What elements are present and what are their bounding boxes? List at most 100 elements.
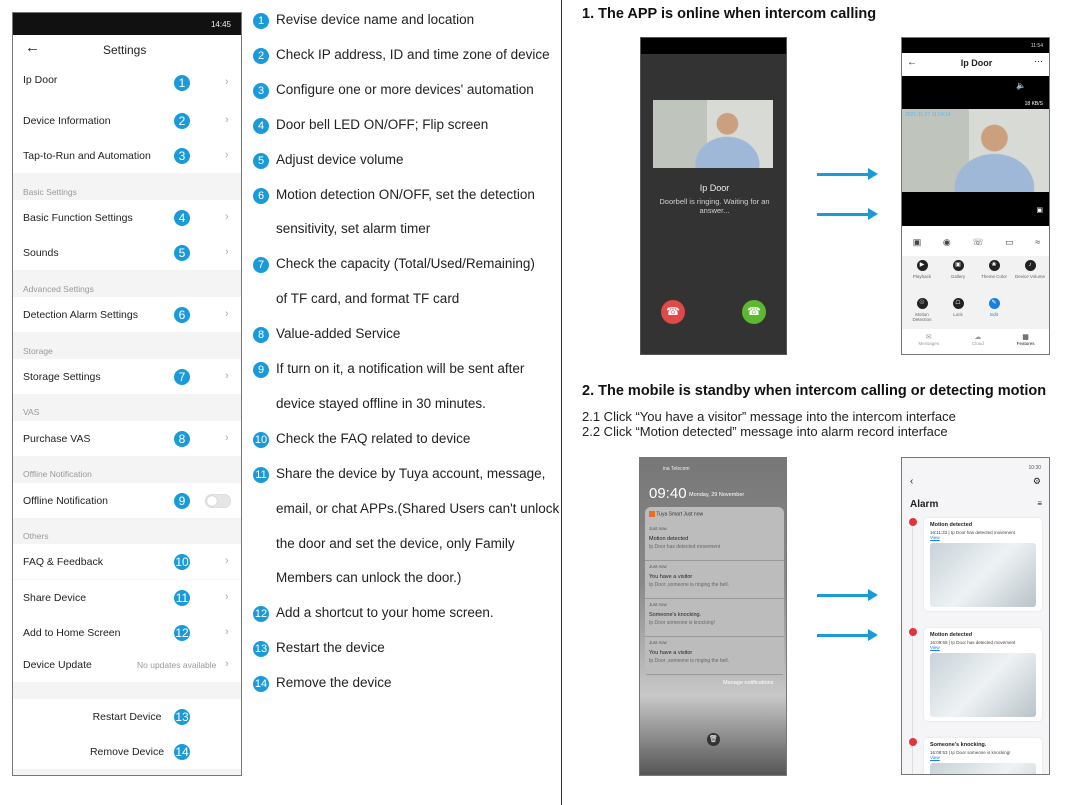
tab-cloud[interactable]: ☁ Cloud [972,329,984,354]
feature-motion-detection[interactable]: ☉ Motion Detection [906,298,938,322]
row-label: Device Information [23,114,111,127]
feature-label: Theme Color [980,274,1007,279]
record-icon[interactable]: ▭ [1005,237,1014,248]
event-snapshot[interactable] [930,543,1036,607]
settings-row[interactable]: Share Device 11 › [13,580,241,615]
feature-label: Device Volume [1014,274,1045,279]
section-header: Others [23,531,49,541]
device-volume-icon: ♪ [1024,260,1036,271]
notification-item[interactable]: Just now Motion detected Ip Door has detec… [645,523,784,561]
expand-icon[interactable]: ≈ [1035,237,1040,247]
step-number-badge: 9 [253,362,269,378]
chevron-right-icon: › [225,554,229,567]
chevron-right-icon: › [225,245,229,258]
row-value: No updates available [137,659,217,670]
filter-icon[interactable]: ≡ [1037,499,1042,508]
camera-icon[interactable]: ◉ [943,237,951,248]
notification-item[interactable]: Just now You have a visitor Ip Door ,someo… [645,637,784,675]
view-link[interactable]: View [930,645,1036,650]
back-arrow-icon[interactable]: ← [25,39,40,56]
feature-device-volume[interactable]: ♪ Device Volume [1014,260,1046,279]
event-title: Motion detected [930,522,973,528]
settings-row[interactable]: FAQ & Feedback 10 › [13,544,241,579]
lock-date: Monday, 29 November [689,492,745,498]
notification-item[interactable]: Just now You have a visitor Ip Door ,someo… [645,561,784,599]
clear-all-trash-icon[interactable]: 🗑 [707,733,720,746]
arrow-icon [817,168,878,180]
event-snapshot[interactable] [930,653,1036,717]
step-number-badge: 5 [253,152,269,169]
feature-playback[interactable]: ▶ Playback [906,260,938,279]
step-number-badge: 7 [253,257,269,274]
step-number-badge: 7 [174,368,190,385]
step-number-badge: 9 [174,492,190,509]
step-number-badge: 14 [174,743,190,760]
description-text: sensitivity, set alarm timer [276,221,431,237]
chevron-right-icon: › [225,307,229,320]
more-icon[interactable]: ⋯ [1034,56,1043,67]
step-number-badge: 12 [253,606,269,623]
settings-row[interactable]: Add to Home Screen 12 › [13,615,241,650]
notification-title: Someone's knocking. [649,612,702,618]
accept-call-button[interactable]: ☎ [742,300,766,324]
settings-row[interactable]: Storage Settings 7 › [13,359,241,394]
speaker-icon[interactable]: 🔈 [1016,81,1026,90]
settings-row[interactable]: Detection Alarm Settings 6 › [13,297,241,332]
settings-row[interactable]: Tap-to-Run and Automation 3 › [13,138,241,173]
alarm-event-card[interactable]: Motion detected 16:11:33 | Ip Door has de… [924,518,1042,611]
feature-edit[interactable]: ✎ Edit [978,298,1010,317]
step-number-badge: 3 [174,147,190,164]
row-label: Restart Device [92,710,162,723]
settings-row[interactable]: Device Information 2 › [13,103,241,138]
notification-time: Just now [649,640,667,645]
alarm-event-card[interactable]: Motion detected 16:09:55 | Ip Door has de… [924,628,1042,721]
arrow-icon [817,589,878,601]
feature-lock[interactable]: ☖ Lock [942,298,974,317]
status-time: 14:45 [210,20,231,29]
header: ← Settings [13,35,241,63]
settings-row[interactable]: Purchase VAS 8 › [13,421,241,456]
settings-row[interactable]: Device Update No updates available › [13,647,241,682]
notification-item[interactable]: Just now Someone's knocking. Ip Door someo… [645,599,784,637]
tab-messages[interactable]: ✉ Messages [918,329,939,354]
chevron-right-icon: › [225,148,229,161]
description-text: Remove the device [276,675,392,691]
description-text: the door and set the device, only Family [276,535,515,551]
settings-gear-icon[interactable]: ⚙ [1033,476,1041,487]
description-text: Check the FAQ related to device [276,430,471,446]
step-number-badge: 2 [174,112,190,129]
feature-gallery[interactable]: ▣ Gallery [942,260,974,279]
description-text: Adjust device volume [276,151,404,167]
step-number-badge: 1 [174,75,190,91]
tab-features[interactable]: ▦ Features [1017,329,1035,354]
settings-button[interactable]: Remove Device 14 [13,734,241,769]
alarm-marker-icon [909,628,917,636]
description-text: Value-added Service [276,326,401,342]
step-number-badge: 10 [253,431,269,448]
call-status: Doorbell is ringing. Waiting for an answ… [659,197,770,215]
section1-heading: 1. The APP is online when intercom calli… [582,6,877,22]
talk-icon[interactable]: ☏ [972,237,983,248]
screenshot-icon[interactable]: ▣ [913,237,922,248]
back-icon[interactable]: ‹ [910,476,913,487]
fullscreen-icon[interactable]: ▣ [1036,206,1043,214]
theme-color-icon: ❀ [988,260,1000,271]
chevron-right-icon: › [225,657,229,670]
alarm-marker-icon [909,738,917,746]
step-number-badge: 6 [253,187,269,204]
manage-notifications-link[interactable]: Manage notifications [723,680,773,686]
settings-row[interactable]: Sounds 5 › [13,235,241,270]
view-link[interactable]: View [930,535,1036,540]
feature-theme-color[interactable]: ❀ Theme Color [978,260,1010,279]
settings-row[interactable]: Ip Door 1 › [13,60,241,103]
description-text: Configure one or more devices' automatio… [276,81,534,97]
description-text: Members can unlock the door.) [276,570,462,586]
settings-button[interactable]: Restart Device 13 [13,699,241,734]
event-snapshot[interactable] [930,763,1036,774]
view-link[interactable]: View [930,755,1036,760]
row-label: Sounds [23,246,59,259]
settings-row[interactable]: Offline Notification 9 [13,483,241,518]
alarm-event-card[interactable]: Someone's knocking. 16:08:53 | Ip Door so… [924,738,1042,774]
settings-row[interactable]: Basic Function Settings 4 › [13,200,241,235]
decline-call-button[interactable]: ☎ [661,300,685,324]
